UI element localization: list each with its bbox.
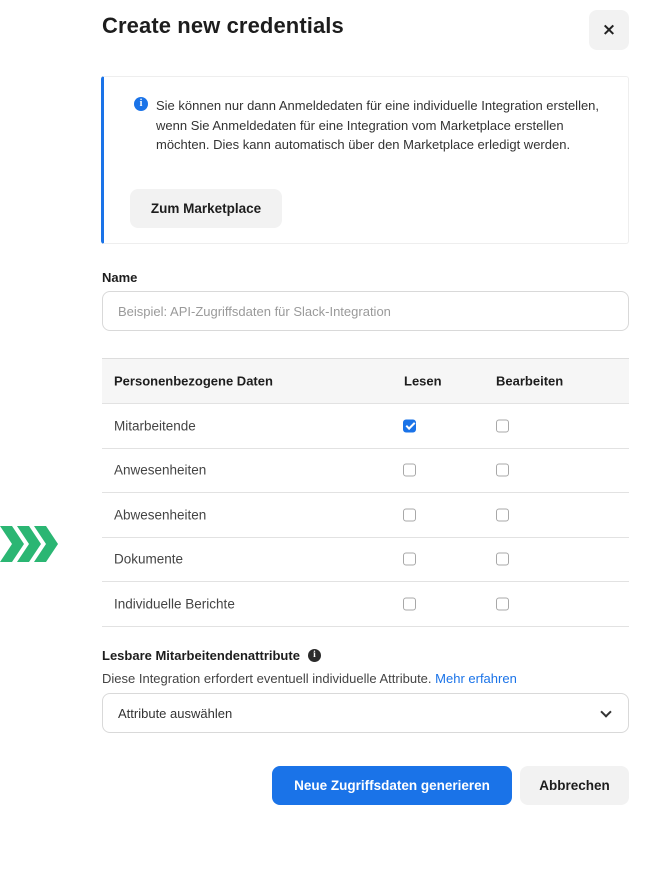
header-read: Lesen <box>404 373 442 389</box>
table-row: Anwesenheiten <box>102 449 629 493</box>
row-label: Individuelle Berichte <box>114 596 235 612</box>
edit-checkbox[interactable] <box>496 508 509 522</box>
table-row: Mitarbeitende <box>102 404 629 449</box>
edit-checkbox[interactable] <box>496 597 509 611</box>
read-checkbox[interactable] <box>403 463 416 477</box>
read-checkbox[interactable] <box>403 552 416 566</box>
attributes-label-text: Lesbare Mitarbeitendenattribute <box>102 648 300 663</box>
header-edit: Bearbeiten <box>496 373 564 389</box>
read-checkbox[interactable] <box>403 597 416 611</box>
info-callout: i Sie können nur dann Anmeldedaten für e… <box>101 76 629 244</box>
row-label: Abwesenheiten <box>114 507 207 523</box>
attributes-description-text: Diese Integration erfordert eventuell in… <box>102 671 432 686</box>
attributes-select-value: Attribute auswählen <box>118 705 233 721</box>
edit-checkbox[interactable] <box>496 463 509 477</box>
learn-more-link[interactable]: Mehr erfahren <box>435 671 517 686</box>
close-button[interactable]: × <box>589 10 629 50</box>
table-header: Personenbezogene Daten Lesen Bearbeiten <box>102 359 629 404</box>
close-icon: × <box>601 20 617 40</box>
table-row: Individuelle Berichte <box>102 582 629 627</box>
name-input[interactable] <box>102 291 629 331</box>
table-row: Dokumente <box>102 538 629 582</box>
chevron-triple-right-icon <box>0 526 58 562</box>
table-row: Abwesenheiten <box>102 493 629 538</box>
name-label: Name <box>102 270 138 285</box>
info-icon: i <box>134 97 148 111</box>
info-icon[interactable]: i <box>307 649 321 662</box>
cancel-button[interactable]: Abbrechen <box>520 766 629 805</box>
marketplace-button[interactable]: Zum Marketplace <box>130 189 282 228</box>
edit-checkbox[interactable] <box>496 552 509 566</box>
header-data: Personenbezogene Daten <box>114 373 273 389</box>
info-text: Sie können nur dann Anmeldedaten für ein… <box>156 98 600 152</box>
permissions-table: Personenbezogene Daten Lesen Bearbeiten … <box>102 358 629 627</box>
row-label: Mitarbeitende <box>114 418 196 434</box>
attributes-description: Diese Integration erfordert eventuell in… <box>102 671 517 686</box>
read-checkbox[interactable] <box>403 419 416 433</box>
edit-checkbox[interactable] <box>496 419 509 433</box>
attributes-label: Lesbare Mitarbeitendenattribute i <box>102 648 321 663</box>
attributes-select[interactable]: Attribute auswählen <box>102 693 629 733</box>
dialog-title: Create new credentials <box>102 13 344 38</box>
generate-credentials-button[interactable]: Neue Zugriffsdaten generieren <box>272 766 512 805</box>
read-checkbox[interactable] <box>403 508 416 522</box>
row-label: Anwesenheiten <box>114 462 207 478</box>
row-label: Dokumente <box>114 551 184 567</box>
chevron-down-icon <box>600 706 612 718</box>
